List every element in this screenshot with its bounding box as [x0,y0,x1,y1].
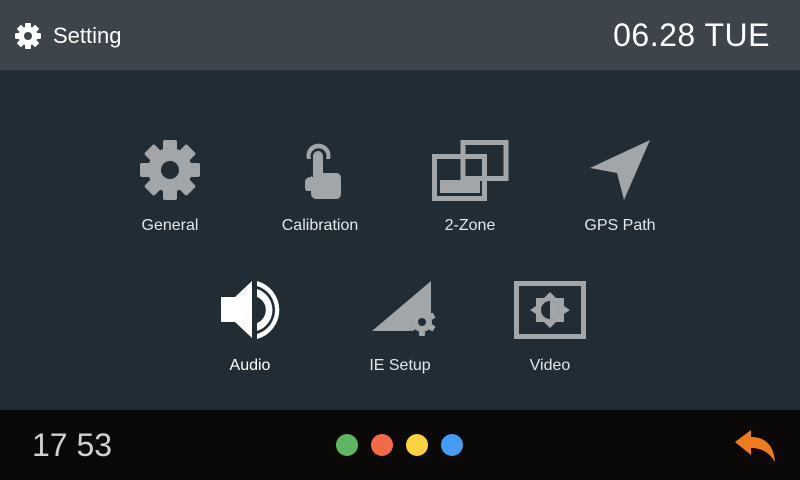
page-title: Setting [53,23,122,48]
gear-icon [140,140,200,200]
status-dots [336,434,476,456]
menu-item-label: General [141,217,199,234]
header-title-group: Setting [14,20,122,52]
menu-item-calibration[interactable]: Calibration [250,135,390,245]
clock-time: 17 53 [32,427,113,463]
green-dot[interactable] [336,434,358,456]
blue-dot[interactable] [441,434,463,456]
menu-item-label: Video [529,357,571,374]
header-bar: Setting 06.28 TUE [0,0,800,70]
gear-icon [15,23,41,49]
settings-screen: Setting 06.28 TUE General Calibration 2-… [0,0,800,480]
touch-hand-icon [305,143,341,199]
menu-item-ie-setup[interactable]: IE Setup [330,275,470,385]
yellow-dot[interactable] [406,434,428,456]
back-arrow-icon [735,430,775,462]
footer-bar: 17 53 [0,410,800,480]
menu-item-label: 2-Zone [444,217,496,234]
header-date: 06.28 TUE [613,17,770,53]
menu-item-general[interactable]: General [100,135,240,245]
dual-screen-icon [432,140,509,201]
menu-item-video[interactable]: Video [480,275,620,385]
menu-item-label: Audio [229,357,271,374]
menu-item-label: IE Setup [369,357,431,374]
menu-item-2zone[interactable]: 2-Zone [400,135,540,245]
brightness-icon [514,281,586,339]
menu-item-label: Calibration [281,217,359,234]
menu-item-audio[interactable]: Audio [180,275,320,385]
speaker-icon [221,281,280,339]
back-button[interactable] [733,430,777,464]
navigation-arrow-icon [590,140,650,200]
orange-dot[interactable] [371,434,393,456]
menu-item-label: GPS Path [584,217,656,234]
menu-item-gps-path[interactable]: GPS Path [550,135,690,245]
signal-gear-icon [372,281,436,336]
